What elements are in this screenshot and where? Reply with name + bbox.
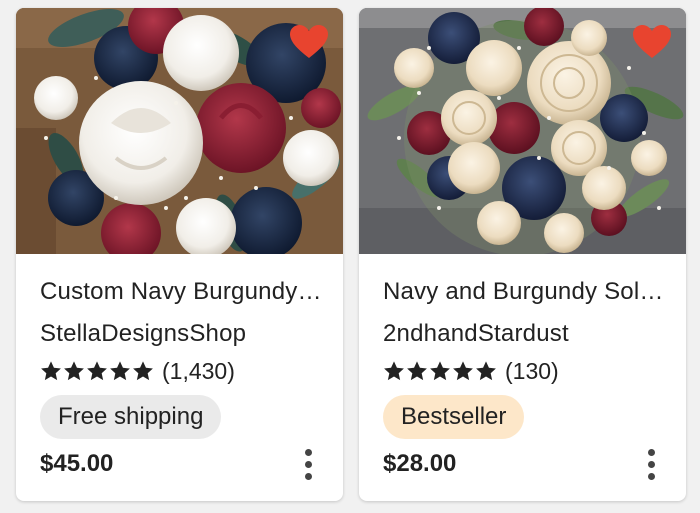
star-icon <box>110 361 130 381</box>
star-icon <box>87 361 107 381</box>
more-options-button[interactable] <box>631 440 671 488</box>
bestseller-badge: Bestseller <box>383 395 525 439</box>
star-icon <box>407 361 427 381</box>
star-icon <box>476 361 496 381</box>
star-rating <box>40 360 154 382</box>
listing-card[interactable]: Custom Navy Burgundy Sola Wood Flower Bo… <box>16 8 343 501</box>
star-rating <box>383 360 497 382</box>
listing-photo[interactable] <box>359 8 686 254</box>
star-icon <box>430 361 450 381</box>
star-icon <box>41 361 61 381</box>
price: $45.00 <box>40 450 114 477</box>
heart-icon <box>633 25 671 58</box>
listing-photo[interactable] <box>16 8 343 254</box>
shop-name[interactable]: 2ndhandStardust <box>383 320 569 348</box>
star-icon <box>453 361 473 381</box>
free-shipping-badge: Free shipping <box>40 395 222 439</box>
listing-title[interactable]: Custom Navy Burgundy Sola Wood Flower Bo… <box>40 278 325 306</box>
more-vertical-icon <box>304 448 312 456</box>
heart-icon <box>290 25 328 58</box>
review-count: (130) <box>505 357 559 384</box>
listing-title[interactable]: Navy and Burgundy Sola Wood Bridal Bouqu… <box>383 278 668 306</box>
review-count: (1,430) <box>162 357 235 384</box>
listing-grid: Custom Navy Burgundy Sola Wood Flower Bo… <box>0 0 700 513</box>
rating: (130) <box>383 357 559 385</box>
rating: (1,430) <box>40 357 235 385</box>
more-options-button[interactable] <box>288 440 328 488</box>
star-icon <box>384 361 404 381</box>
shop-name[interactable]: StellaDesignsShop <box>40 320 246 348</box>
price: $28.00 <box>383 450 457 477</box>
listing-card[interactable]: Navy and Burgundy Sola Wood Bridal Bouqu… <box>359 8 686 501</box>
more-vertical-icon <box>647 448 655 456</box>
favorite-button[interactable] <box>632 22 672 62</box>
star-icon <box>64 361 84 381</box>
favorite-button[interactable] <box>289 22 329 62</box>
star-icon <box>133 361 153 381</box>
